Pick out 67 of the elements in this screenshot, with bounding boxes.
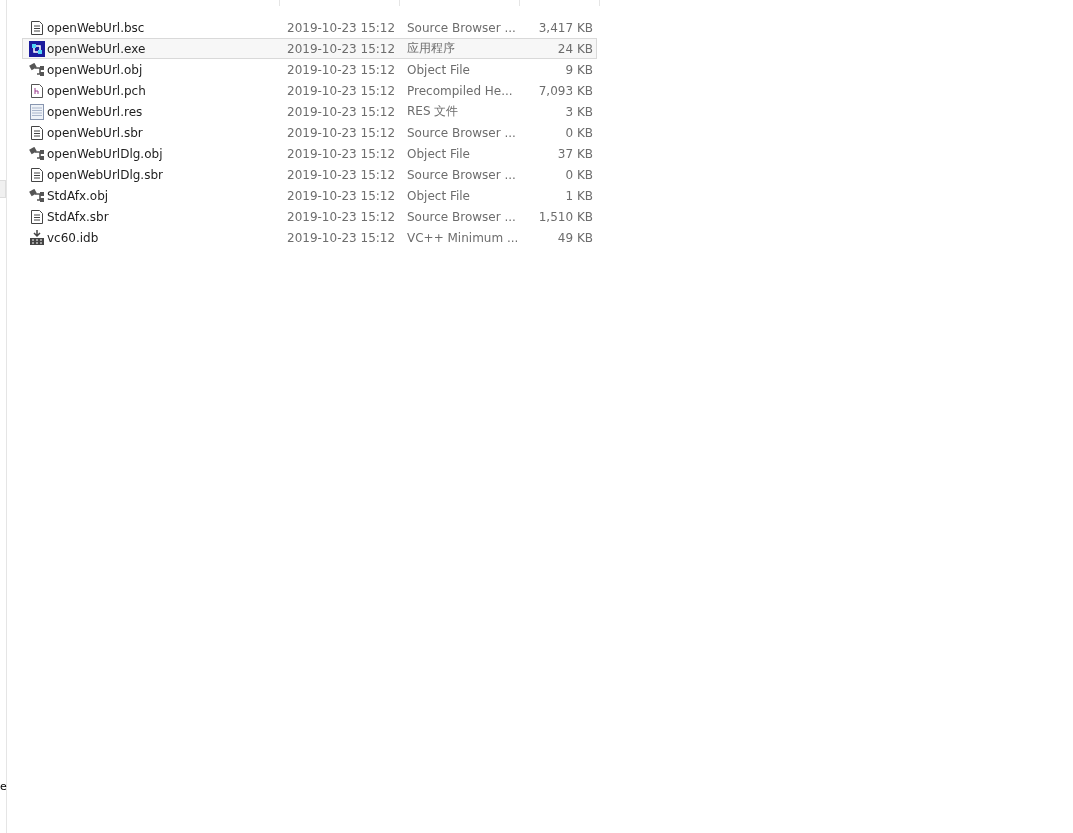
- file-date: 2019-10-23 15:12: [286, 20, 397, 35]
- file-name: openWebUrlDlg.obj: [47, 146, 163, 161]
- file-name: openWebUrl.exe: [47, 41, 146, 56]
- document-icon: [31, 20, 43, 35]
- file-row[interactable]: vc60.idb 2019-10-23 15:12 VC++ Minimum ... 49 KB: [22, 227, 597, 248]
- header-file-icon: [31, 83, 43, 98]
- file-date: 2019-10-23 15:12: [286, 125, 397, 140]
- file-name: openWebUrl.res: [47, 104, 143, 119]
- file-size: 3,417 KB: [537, 20, 593, 35]
- file-name: StdAfx.sbr: [47, 209, 109, 224]
- pane-text: e: [0, 780, 7, 793]
- file-date: 2019-10-23 15:12: [286, 41, 397, 56]
- file-size: 0 KB: [564, 167, 593, 182]
- file-size: 1,510 KB: [537, 209, 593, 224]
- file-type: RES 文件: [406, 103, 460, 120]
- file-row[interactable]: openWebUrlDlg.obj 2019-10-23 15:12 Object File 37 KB: [22, 143, 597, 164]
- file-size: 49 KB: [556, 230, 593, 245]
- file-row[interactable]: StdAfx.obj 2019-10-23 15:12 Object File 1 KB: [22, 185, 597, 206]
- file-size: 3 KB: [564, 104, 593, 119]
- file-row[interactable]: openWebUrl.obj 2019-10-23 15:12 Object File 9 KB: [22, 59, 597, 80]
- file-size: 24 KB: [556, 41, 593, 56]
- file-row[interactable]: StdAfx.sbr 2019-10-23 15:12 Source Browser ... 1,510 KB: [22, 206, 597, 227]
- file-date: 2019-10-23 15:12: [286, 146, 397, 161]
- file-date: 2019-10-23 15:12: [286, 167, 397, 182]
- document-icon: [31, 209, 43, 224]
- file-type: Object File: [406, 188, 471, 203]
- file-row[interactable]: openWebUrl.pch 2019-10-23 15:12 Precompiled He... 7,093 KB: [22, 80, 597, 101]
- file-type: Precompiled He...: [406, 83, 514, 98]
- file-type: Object File: [406, 62, 471, 77]
- file-size: 37 KB: [556, 146, 593, 161]
- file-name: openWebUrl.obj: [47, 62, 143, 77]
- file-row[interactable]: openWebUrl.sbr 2019-10-23 15:12 Source Browser ... 0 KB: [22, 122, 597, 143]
- file-row[interactable]: openWebUrl.exe 2019-10-23 15:12 应用程序 24 KB: [22, 38, 597, 59]
- file-size: 7,093 KB: [537, 83, 593, 98]
- file-date: 2019-10-23 15:12: [286, 188, 397, 203]
- file-name: openWebUrl.sbr: [47, 125, 143, 140]
- file-date: 2019-10-23 15:12: [286, 83, 397, 98]
- file-size: 0 KB: [564, 125, 593, 140]
- file-date: 2019-10-23 15:12: [286, 230, 397, 245]
- file-date: 2019-10-23 15:12: [286, 209, 397, 224]
- file-type: Source Browser ...: [406, 20, 517, 35]
- application-icon: [29, 40, 45, 57]
- file-type: Object File: [406, 146, 471, 161]
- object-file-icon: [29, 146, 45, 161]
- file-type: 应用程序: [406, 40, 456, 57]
- document-icon: [31, 125, 43, 140]
- file-size: 1 KB: [564, 188, 593, 203]
- file-date: 2019-10-23 15:12: [286, 104, 397, 119]
- file-row[interactable]: openWebUrl.res 2019-10-23 15:12 RES 文件 3 KB: [22, 101, 597, 122]
- file-row[interactable]: openWebUrl.bsc 2019-10-23 15:12 Source Browser ... 3,417 KB: [22, 17, 597, 38]
- object-file-icon: [29, 188, 45, 203]
- file-name: openWebUrl.bsc: [47, 20, 145, 35]
- file-name: StdAfx.obj: [47, 188, 109, 203]
- file-name: openWebUrlDlg.sbr: [47, 167, 163, 182]
- file-type: Source Browser ...: [406, 125, 517, 140]
- file-type: Source Browser ...: [406, 209, 517, 224]
- notepad-icon: [30, 103, 44, 120]
- file-row[interactable]: openWebUrlDlg.sbr 2019-10-23 15:12 Source Browser ... 0 KB: [22, 164, 597, 185]
- file-size: 9 KB: [564, 62, 593, 77]
- download-box-icon: [29, 229, 45, 246]
- document-icon: [31, 167, 43, 182]
- file-name: openWebUrl.pch: [47, 83, 146, 98]
- file-type: VC++ Minimum ...: [406, 230, 520, 245]
- object-file-icon: [29, 62, 45, 77]
- file-type: Source Browser ...: [406, 167, 517, 182]
- file-name: vc60.idb: [47, 230, 99, 245]
- file-date: 2019-10-23 15:12: [286, 62, 397, 77]
